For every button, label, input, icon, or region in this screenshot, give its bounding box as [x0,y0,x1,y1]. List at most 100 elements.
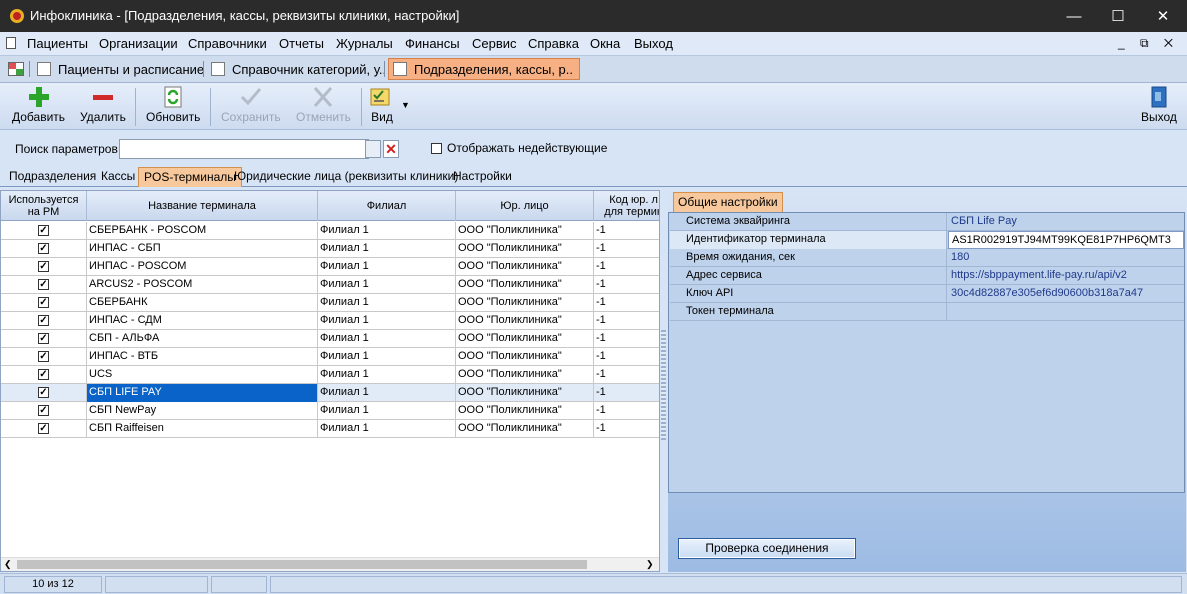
menu-journals[interactable]: Журналы [336,36,393,51]
menu-finance[interactable]: Финансы [405,36,460,51]
add-button[interactable]: Добавить [12,86,65,128]
tab-divisions[interactable]: Подразделения [4,167,101,187]
exit-button[interactable]: Выход [1141,86,1177,128]
panel-splitter[interactable] [661,330,666,440]
table-row[interactable]: ✓ UCS Филиал 1 ООО "Поликлиника" -1 [1,366,659,384]
table-row[interactable]: ✓ СБП LIFE PAY Филиал 1 ООО "Поликлиника" -1 [1,384,659,402]
mdi-window-controls[interactable]: _ ⧉ ✕ [1118,36,1179,51]
column-name-header[interactable]: Название терминала [87,191,318,221]
menu-windows[interactable]: Окна [590,36,620,51]
section-tabs: Подразделения Кассы POS-терминалы Юридич… [0,165,1187,187]
scrollbar-thumb[interactable] [17,560,587,569]
property-name: Время ожидания, сек [670,249,947,267]
column-legal-header[interactable]: Юр. лицо [456,191,594,221]
tab-patients-schedule[interactable]: Пациенты и расписание [33,58,210,80]
table-row[interactable]: ✓ СБП Raiffeisen Филиал 1 ООО "Поликлиника"… [1,420,659,438]
table-row[interactable]: ✓ ИНПАС - СДМ Филиал 1 ООО "Поликлиника" -1 [1,312,659,330]
menu-reports[interactable]: Отчеты [279,36,324,51]
table-row[interactable]: ✓ СБЕРБАНК - POSCOM Филиал 1 ООО "Поликлини… [1,222,659,240]
menu-help[interactable]: Справка [528,36,579,51]
property-name: Ключ API [670,285,947,303]
scroll-right-icon[interactable]: ❯ [646,558,654,570]
dropdown-arrow-icon[interactable]: ▼ [401,100,410,110]
used-checkbox[interactable]: ✓ [38,423,49,434]
refresh-button[interactable]: Обновить [146,86,200,128]
cancel-button[interactable]: Отменить [296,86,351,128]
property-row[interactable]: Адрес сервиса https://sbppayment.life-pay… [670,267,1184,285]
property-value[interactable] [948,303,1184,321]
property-row[interactable]: Токен терминала [670,303,1184,321]
table-row[interactable]: ✓ ARCUS2 - POSCOM Филиал 1 ООО "Поликлиника… [1,276,659,294]
used-checkbox[interactable]: ✓ [38,369,49,380]
used-cell: ✓ [1,348,87,366]
property-row[interactable]: Ключ API 30c4d82887e305ef6d90600b318a7a47 [670,285,1184,303]
property-row[interactable]: Идентификатор терминала AS1R002919TJ94MT9… [670,231,1184,249]
menu-directories[interactable]: Справочники [188,36,267,51]
show-inactive-checkbox[interactable] [431,143,442,154]
search-input[interactable] [119,139,369,159]
tab-pos-terminals[interactable]: POS-терминалы [138,167,242,187]
maximize-button[interactable]: ☐ [1095,0,1141,32]
delete-button[interactable]: Удалить [80,86,126,128]
column-code-header[interactable]: Код юр. л для термин [594,191,659,221]
document-menu-icon[interactable] [6,37,16,49]
used-cell: ✓ [1,222,87,240]
branch-cell: Филиал 1 [318,420,456,438]
tab-settings[interactable]: Настройки [448,167,517,187]
table-row[interactable]: ✓ ИНПАС - ВТБ Филиал 1 ООО "Поликлиника" -1 [1,348,659,366]
property-name: Токен терминала [670,303,947,321]
property-row[interactable]: Время ожидания, сек 180 [670,249,1184,267]
property-value[interactable]: https://sbppayment.life-pay.ru/api/v2 [948,267,1184,285]
used-checkbox[interactable]: ✓ [38,243,49,254]
table-row[interactable]: ✓ СБП - АЛЬФА Филиал 1 ООО "Поликлиника" -1 [1,330,659,348]
menu-service[interactable]: Сервис [472,36,517,51]
scroll-left-icon[interactable]: ❮ [4,558,12,570]
grid-icon[interactable] [8,62,24,76]
used-checkbox[interactable]: ✓ [38,225,49,236]
name-cell: ARCUS2 - POSCOM [87,276,318,294]
check-connection-button[interactable]: Проверка соединения [678,538,856,559]
name-cell: UCS [87,366,318,384]
property-name: Адрес сервиса [670,267,947,285]
tab-legal-entities[interactable]: Юридические лица (реквизиты клиники) [229,167,463,187]
minimize-button[interactable]: — [1051,0,1097,32]
used-checkbox[interactable]: ✓ [38,279,49,290]
property-value[interactable]: AS1R002919TJ94MT99KQE81P7HP6QMT3 [948,231,1184,249]
tab-cashboxes[interactable]: Кассы [96,167,140,187]
tab-general-settings[interactable]: Общие настройки [673,192,783,212]
table-row[interactable]: ✓ СБЕРБАНК Филиал 1 ООО "Поликлиника" -1 [1,294,659,312]
table-row[interactable]: ✓ ИНПАС - СБП Филиал 1 ООО "Поликлиника" -1 [1,240,659,258]
used-checkbox[interactable]: ✓ [38,387,49,398]
code-cell: -1 [594,294,659,312]
menu-patients[interactable]: Пациенты [27,36,88,51]
used-checkbox[interactable]: ✓ [38,351,49,362]
clear-search-icon[interactable]: ✕ [383,140,399,158]
table-row[interactable]: ✓ СБП NewPay Филиал 1 ООО "Поликлиника" -1 [1,402,659,420]
save-button[interactable]: Сохранить [221,86,281,128]
menu-exit[interactable]: Выход [634,36,673,51]
used-checkbox[interactable]: ✓ [38,315,49,326]
menu-organizations[interactable]: Организации [99,36,178,51]
column-branch-header[interactable]: Филиал [318,191,456,221]
tab-category-directory[interactable]: Справочник категорий, у.. [207,58,392,80]
toolbar-separator [210,88,211,126]
used-checkbox[interactable]: ✓ [38,261,49,272]
toolbar-separator [361,88,362,126]
name-cell: ИНПАС - СБП [87,240,318,258]
used-checkbox[interactable]: ✓ [38,405,49,416]
table-row[interactable]: ✓ ИНПАС - POSCOM Филиал 1 ООО "Поликлиника"… [1,258,659,276]
property-value[interactable]: СБП Life Pay [948,213,1184,231]
branch-cell: Филиал 1 [318,240,456,258]
horizontal-scrollbar[interactable]: ❮ ❯ [1,557,659,571]
column-used-header[interactable]: Используется на РМ [1,191,87,221]
calculator-icon[interactable] [365,140,381,158]
property-row[interactable]: Система эквайринга СБП Life Pay [670,213,1184,231]
used-checkbox[interactable]: ✓ [38,297,49,308]
name-cell: ИНПАС - СДМ [87,312,318,330]
property-value[interactable]: 30c4d82887e305ef6d90600b318a7a47 [948,285,1184,303]
used-checkbox[interactable]: ✓ [38,333,49,344]
property-value[interactable]: 180 [948,249,1184,267]
view-button[interactable]: Вид [369,86,395,128]
tab-divisions-cashboxes[interactable]: Подразделения, кассы, р.. [388,58,580,80]
close-button[interactable]: ✕ [1140,0,1186,32]
